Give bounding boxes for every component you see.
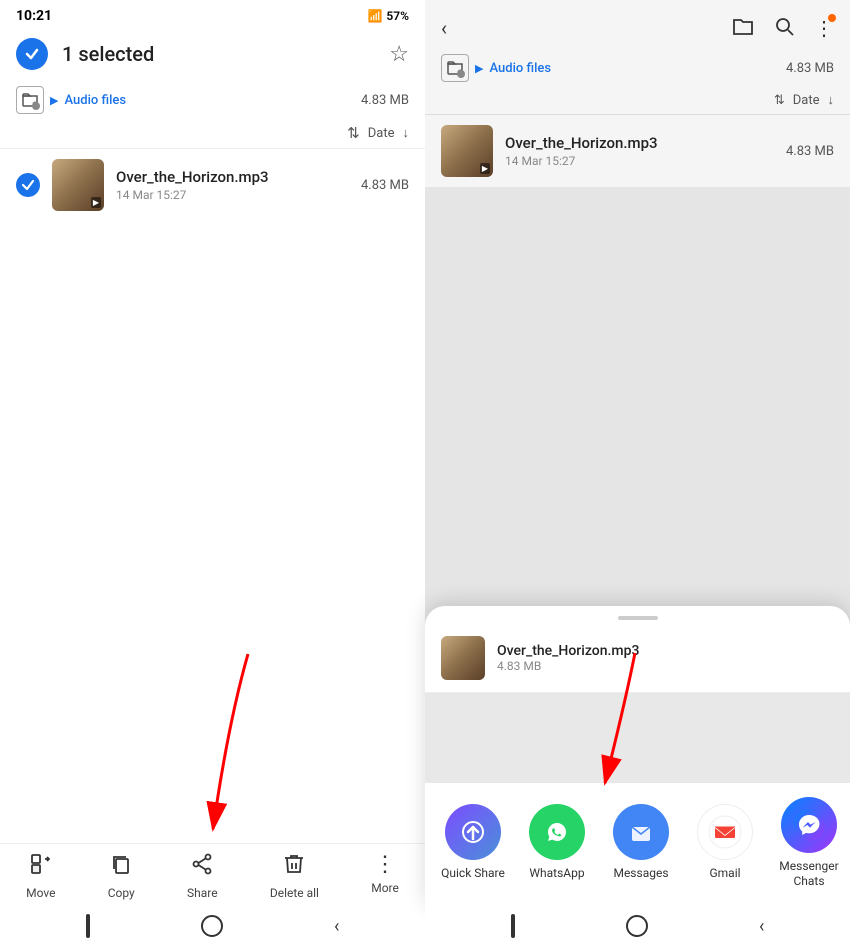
messages-label: Messages xyxy=(613,866,668,880)
copy-icon xyxy=(109,852,133,882)
messenger-label: MessengerChats xyxy=(779,859,838,888)
breadcrumb-row: ▶ Audio files 4.83 MB xyxy=(0,80,425,120)
bottom-toolbar: Move Copy Share xyxy=(0,843,425,908)
delete-label: Delete all xyxy=(270,886,319,900)
sort-direction-icon[interactable]: ↓ xyxy=(403,125,410,141)
right-breadcrumb: ▶ Audio files 4.83 MB xyxy=(425,48,850,88)
copy-label: Copy xyxy=(108,886,135,900)
breadcrumb-size: 4.83 MB xyxy=(361,93,409,108)
nav-recents[interactable] xyxy=(86,914,90,938)
app-messenger[interactable]: MessengerChats xyxy=(769,797,849,888)
right-sort-label[interactable]: Date xyxy=(793,93,820,108)
file-info: Over_the_Horizon.mp3 14 Mar 15:27 xyxy=(116,168,349,202)
sort-row: ⇅ Date ↓ xyxy=(0,120,425,149)
toolbar-more[interactable]: ⋮ More xyxy=(371,852,399,900)
toolbar-copy[interactable]: Copy xyxy=(108,852,135,900)
red-arrow-left xyxy=(168,644,288,844)
right-file-meta: 14 Mar 15:27 xyxy=(505,154,774,168)
notification-dot xyxy=(828,14,836,22)
left-nav-bar: ‹ xyxy=(0,908,425,944)
messenger-icon xyxy=(781,797,837,853)
app-messages[interactable]: Messages xyxy=(601,804,681,880)
right-breadcrumb-size: 4.83 MB xyxy=(786,61,834,76)
status-icons: 📶 57% xyxy=(367,9,409,23)
selection-title: 1 selected xyxy=(62,42,375,66)
sheet-file-name: Over_the_Horizon.mp3 xyxy=(497,643,639,659)
sort-label[interactable]: Date xyxy=(368,126,395,141)
quick-share-icon xyxy=(445,804,501,860)
right-nav-recents[interactable] xyxy=(511,914,515,938)
right-top-bar: ‹ ⋮ xyxy=(425,0,850,48)
app-quick-share[interactable]: Quick Share xyxy=(433,804,513,880)
right-sort-direction[interactable]: ↓ xyxy=(828,92,835,108)
gmail-icon xyxy=(697,804,753,860)
left-panel: 10:21 📶 57% 1 selected ☆ ▶ Audio files 4… xyxy=(0,0,425,944)
sheet-file-row: Over_the_Horizon.mp3 4.83 MB xyxy=(425,628,850,693)
folder-icon xyxy=(16,86,44,114)
toolbar-delete[interactable]: Delete all xyxy=(270,852,319,900)
battery-icon: 57% xyxy=(386,9,409,23)
sort-icon[interactable]: ⇅ xyxy=(347,124,360,142)
selection-header: 1 selected ☆ xyxy=(0,28,425,80)
right-breadcrumb-arrow: ▶ xyxy=(475,62,483,75)
move-label: Move xyxy=(26,886,55,900)
breadcrumb-arrow: ▶ xyxy=(50,94,58,107)
sheet-handle xyxy=(618,616,658,620)
right-sort-row: ⇅ Date ↓ xyxy=(425,88,850,115)
status-bar: 10:21 📶 57% xyxy=(0,0,425,28)
app-whatsapp[interactable]: WhatsApp xyxy=(517,804,597,880)
right-nav-home[interactable] xyxy=(626,915,648,937)
app-gmail[interactable]: Gmail xyxy=(685,804,765,880)
nav-back[interactable]: ‹ xyxy=(334,916,339,937)
right-file-info: Over_the_Horizon.mp3 14 Mar 15:27 xyxy=(505,134,774,168)
right-nav-back[interactable]: ‹ xyxy=(759,916,764,937)
file-check[interactable] xyxy=(16,173,40,197)
move-icon xyxy=(29,852,53,882)
sheet-file-thumb xyxy=(441,636,485,680)
messages-icon xyxy=(613,804,669,860)
wifi-icon: 📶 xyxy=(367,9,382,23)
right-file-thumbnail xyxy=(441,125,493,177)
right-file-item[interactable]: Over_the_Horizon.mp3 14 Mar 15:27 4.83 M… xyxy=(425,115,850,187)
status-time: 10:21 xyxy=(16,8,52,24)
file-size: 4.83 MB xyxy=(361,178,409,193)
select-all-check[interactable] xyxy=(16,38,48,70)
right-nav-bar: ‹ xyxy=(425,908,850,944)
file-thumbnail xyxy=(52,159,104,211)
delete-icon xyxy=(282,852,306,882)
sheet-nearby-area xyxy=(425,693,850,783)
breadcrumb-name[interactable]: Audio files xyxy=(64,93,126,108)
quick-share-label: Quick Share xyxy=(441,866,505,880)
sheet-file-size: 4.83 MB xyxy=(497,659,639,673)
whatsapp-label: WhatsApp xyxy=(529,866,584,880)
share-icon xyxy=(190,852,214,882)
nav-home[interactable] xyxy=(201,915,223,937)
right-action-icons: ⋮ xyxy=(732,16,834,40)
more-icon: ⋮ xyxy=(374,852,396,877)
right-file-name: Over_the_Horizon.mp3 xyxy=(505,134,774,152)
more-label: More xyxy=(371,881,399,895)
share-sheet: Over_the_Horizon.mp3 4.83 MB xyxy=(425,606,850,908)
toolbar-move[interactable]: Move xyxy=(26,852,55,900)
back-icon[interactable]: ‹ xyxy=(441,16,447,40)
right-folder-icon xyxy=(441,54,469,82)
search-icon[interactable] xyxy=(774,16,794,40)
sheet-apps-row: Quick Share WhatsApp xyxy=(425,783,850,892)
right-breadcrumb-name[interactable]: Audio files xyxy=(489,61,551,76)
gmail-label: Gmail xyxy=(709,866,740,880)
file-name: Over_the_Horizon.mp3 xyxy=(116,168,349,186)
file-item[interactable]: Over_the_Horizon.mp3 14 Mar 15:27 4.83 M… xyxy=(0,149,425,221)
file-meta: 14 Mar 15:27 xyxy=(116,188,349,202)
star-icon[interactable]: ☆ xyxy=(389,42,409,67)
whatsapp-icon xyxy=(529,804,585,860)
sheet-file-info: Over_the_Horizon.mp3 4.83 MB xyxy=(497,643,639,673)
share-label: Share xyxy=(187,886,218,900)
right-file-size: 4.83 MB xyxy=(786,144,834,159)
right-panel: ‹ ⋮ ▶ Audio f xyxy=(425,0,850,944)
toolbar-share[interactable]: Share xyxy=(187,852,218,900)
folder-new-icon[interactable] xyxy=(732,16,754,40)
right-sort-icon[interactable]: ⇅ xyxy=(774,93,785,108)
